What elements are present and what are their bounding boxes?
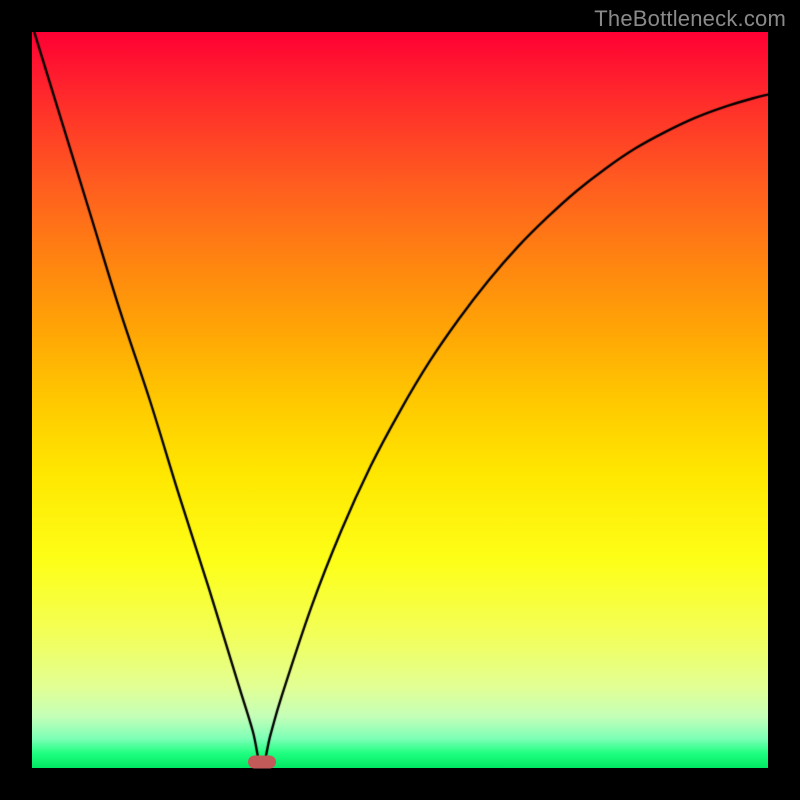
optimal-marker [248,756,276,769]
bottleneck-curve [32,32,768,768]
watermark-text: TheBottleneck.com [594,6,786,32]
chart-frame: TheBottleneck.com [0,0,800,800]
